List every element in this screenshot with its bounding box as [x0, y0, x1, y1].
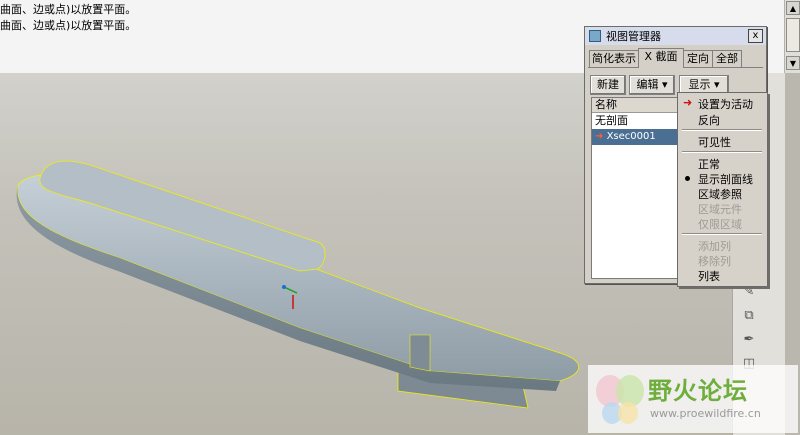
tab-all[interactable]: 全部 [712, 50, 742, 67]
menu-separator [682, 151, 762, 153]
arrow-icon: ➜ [683, 96, 693, 109]
menu-item-add-column: 添加列 [698, 240, 731, 253]
new-button[interactable]: 新建 [590, 75, 626, 95]
watermark-title: 野火论坛 [648, 377, 748, 405]
butterfly-logo [596, 375, 644, 424]
edit-button[interactable]: 编辑 ▾ [629, 75, 675, 95]
model-step [409, 334, 431, 372]
menu-separator [682, 233, 762, 235]
menu-item-set-active[interactable]: 设置为活动 [698, 96, 753, 112]
menu-item-zone-component: 区域元件 [698, 203, 742, 216]
menu-item-zone-only: 仅限区域 [698, 218, 742, 231]
toolbar-pen-icon[interactable]: ✒ [739, 329, 759, 349]
menu-item-remove-column: 移除列 [698, 255, 731, 268]
scroll-up-icon[interactable]: ▲ [786, 1, 800, 15]
list-item-active[interactable]: ➜ Xsec0001 [592, 129, 682, 145]
list-item-label: Xsec0001 [606, 131, 656, 142]
dialog-title: 视图管理器 [606, 30, 661, 43]
message-scrollbar[interactable]: ▲ ▼ [784, 0, 800, 73]
radio-bullet-icon [685, 176, 690, 181]
list-item[interactable]: 无剖面 [592, 113, 682, 129]
menu-item-flip[interactable]: 反向 [698, 112, 720, 128]
scroll-thumb[interactable] [786, 18, 800, 52]
menu-item-show-hatch[interactable]: 显示剖面线 [698, 171, 753, 187]
tab-orientation[interactable]: 定向 [683, 50, 713, 67]
display-menu: ➜ 设置为活动 反向 可见性 正常 显示剖面线 区域参照 区域元件 仅限区域 添… [677, 92, 768, 287]
tab-simplified-rep[interactable]: 简化表示 [589, 50, 639, 67]
menu-item-list[interactable]: 列表 [698, 268, 720, 284]
scroll-down-icon[interactable]: ▼ [786, 56, 800, 70]
toolbar-copy-icon[interactable]: ⧉ [739, 305, 759, 325]
close-icon[interactable]: x [748, 29, 763, 43]
message-line: 曲面、边或点)以放置平面。 [0, 19, 137, 32]
dialog-titlebar[interactable]: 视图管理器 x [585, 27, 766, 45]
dialog-app-icon [589, 30, 601, 42]
menu-separator [682, 129, 762, 131]
list-header: 名称 [592, 98, 682, 113]
menu-item-zone-reference[interactable]: 区域参照 [698, 186, 742, 202]
message-line: 曲面、边或点)以放置平面。 [0, 3, 137, 16]
active-arrow-icon: ➜ [595, 131, 604, 142]
menu-item-normal[interactable]: 正常 [698, 156, 720, 172]
menu-item-visibility[interactable]: 可见性 [698, 134, 731, 150]
watermark-url: www.proewildfire.cn [650, 407, 761, 420]
csys-origin [282, 285, 286, 289]
tab-xsection[interactable]: X 截面 [638, 48, 684, 68]
forum-watermark: 野火论坛 www.proewildfire.cn [588, 365, 798, 433]
xsection-list[interactable]: 名称 无剖面 ➜ Xsec0001 [591, 97, 683, 279]
